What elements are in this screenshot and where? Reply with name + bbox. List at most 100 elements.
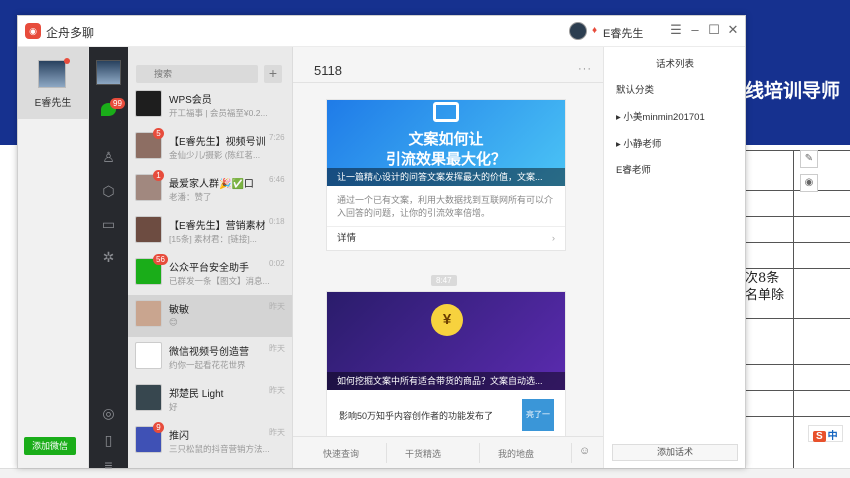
chat-list-item[interactable]: 敏敏 😊 昨天	[128, 295, 292, 337]
chat-list-item[interactable]: 郑楚民 Light 好 昨天	[128, 379, 292, 421]
slide-text: 次8条 名单除	[745, 271, 785, 303]
app-logo-icon: ◉	[25, 23, 41, 39]
unread-badge: 56	[153, 254, 168, 265]
unread-badge: 1	[153, 170, 164, 181]
article-banner: 文案如何让 引流效果最大化？ 让一篇精心设计的问答文案发挥最大的价值，文案...	[327, 100, 565, 186]
account-avatar	[38, 60, 66, 88]
app-name: 企舟多聊	[46, 26, 95, 40]
chat-header: 5118 ···	[293, 47, 603, 83]
article-detail-link[interactable]: 详情 ›	[327, 226, 565, 250]
nav-avatar[interactable]	[96, 60, 121, 85]
ime-toolbar[interactable]: S中	[808, 425, 843, 442]
chat-avatar	[135, 90, 162, 117]
chat-preview: 三只松鼠的抖音营销方法...	[169, 444, 270, 454]
script-category-default[interactable]: 默认分类	[616, 82, 654, 96]
maximize-button[interactable]: ☐	[706, 22, 722, 38]
moments-icon[interactable]: ◎	[89, 405, 128, 422]
user-avatar[interactable]	[569, 22, 587, 40]
emoji-icon[interactable]: ☺	[579, 445, 590, 457]
chat-time: 7:26	[269, 133, 285, 142]
chat-time: 昨天	[269, 386, 285, 395]
chat-preview: [15条] 素材君：[链接]...	[169, 234, 257, 244]
folder-icon[interactable]: ▭	[89, 216, 128, 233]
chat-name: 郑楚民 Light	[169, 389, 224, 400]
more-menu-icon[interactable]: ≡	[89, 457, 128, 473]
unread-badge: 9	[153, 422, 164, 433]
chat-list-item[interactable]: WPS会员 开工福事 | 会员福至¥0.2...	[128, 85, 292, 127]
chat-name: 微信视频号创造营	[169, 347, 249, 358]
chat-time: 6:46	[269, 175, 285, 184]
article-desc: 通过一个已有文案，利用大数据找到互联网所有可以介入回答的问题，让你的引流效率倍增…	[337, 195, 554, 218]
article-card[interactable]: 文案如何让 引流效果最大化？ 让一篇精心设计的问答文案发挥最大的价值，文案...…	[326, 99, 566, 251]
slide-title: 线培训导师	[745, 81, 841, 102]
script-category-erui[interactable]: E睿老师	[616, 162, 651, 176]
account-item[interactable]: E睿先生	[18, 47, 88, 119]
chat-time: 昨天	[269, 344, 285, 353]
chat-list-item[interactable]: 微信视频号创造营 约你一起看花花世界 昨天	[128, 337, 292, 379]
close-button[interactable]: ✕	[725, 22, 741, 38]
add-script-button[interactable]: 添加话术	[612, 444, 738, 461]
article-caption: 让一篇精心设计的问答文案发挥最大的价值，文案...	[327, 168, 565, 186]
chat-list-item[interactable]: 9 推闪三只松鼠的抖音营销方法... 昨天	[128, 421, 292, 463]
minimize-button[interactable]: –	[687, 22, 703, 37]
script-category-xiaomei[interactable]: ▸ 小美minmin201701	[616, 109, 705, 123]
script-list-title: 话术列表	[655, 59, 694, 70]
nav-sidebar: 99 ♙ ⬡ ▭ ✲ ◎ ▯ ≡	[89, 47, 128, 473]
chat-avatar	[135, 384, 162, 411]
user-name[interactable]: E睿先生	[603, 25, 643, 41]
chat-avatar	[135, 300, 162, 327]
chevron-right-icon: ›	[551, 233, 555, 244]
settings-icon[interactable]: ✲	[89, 249, 128, 266]
vip-gem-icon: ♦	[592, 25, 598, 36]
chat-time: 昨天	[269, 428, 285, 437]
article-thumbnail: 亮了一	[522, 399, 554, 431]
app-window: ◉ 企舟多聊 ♦ E睿先生 ☰ – ☐ ✕ E睿先生 添加微信 99 ♙ ⬡ ▭…	[17, 15, 746, 473]
unread-badge: 5	[153, 128, 164, 139]
slide-toolbar: ✎ ◉	[800, 150, 822, 200]
chat-list-item[interactable]: 1 最爱家人群🎉✅口 老潘：赞了 6:46	[128, 169, 292, 211]
script-category-xiaojing[interactable]: ▸ 小静老师	[616, 136, 661, 150]
chat-time: 0:18	[269, 217, 285, 226]
chat-title: 5118	[314, 63, 342, 78]
sogou-icon: S	[813, 431, 826, 442]
chat-name: 【E睿先生】视频号训...	[169, 137, 265, 148]
article-caption-2: 如何挖掘文案中所有适合带货的商品？文案自动选...	[327, 372, 565, 390]
chat-preview: 😊	[169, 317, 178, 327]
chat-name: 推闪	[169, 431, 189, 442]
chat-preview: 老潘：赞了	[169, 192, 212, 202]
more-options-icon[interactable]: ···	[578, 63, 592, 75]
quick-query-button[interactable]: 快速查询	[323, 447, 359, 460]
chat-name: WPS会员	[169, 95, 212, 106]
quick-menu-bar: 快速查询 干货精选 我的地盘 ☺	[293, 436, 603, 468]
script-panel: 话术列表 默认分类 ▸ 小美minmin201701 ▸ 小静老师 E睿老师 添…	[603, 47, 745, 468]
article-card-2[interactable]: ¥ 如何挖掘文案中所有适合带货的商品？文案自动选... 影响50万知乎内容创作者…	[326, 291, 566, 441]
my-space-button[interactable]: 我的地盘	[498, 447, 534, 460]
chat-avatar	[135, 342, 162, 369]
cube-icon[interactable]: ⬡	[89, 183, 128, 200]
chat-time: 昨天	[269, 302, 285, 311]
phone-icon[interactable]: ▯	[89, 432, 128, 449]
chat-name: 最爱家人群🎉✅口	[169, 179, 254, 190]
chat-preview: 已群发一条【图文】消息...	[169, 276, 270, 286]
menu-icon[interactable]: ☰	[668, 22, 684, 38]
chat-list-item[interactable]: 5 【E睿先生】视频号训... 金仙少儿/摄影 (陈红茗... 7:26	[128, 127, 292, 169]
account-name: E睿先生	[34, 98, 72, 109]
chat-list-item[interactable]: 【E睿先生】营销素材... [15条] 素材君：[链接]... 0:18	[128, 211, 292, 253]
unread-badge: 99	[110, 98, 125, 109]
chat-list-item[interactable]: 56 公众平台安全助手 已群发一条【图文】消息... 0:02	[128, 253, 292, 295]
featured-button[interactable]: 干货精选	[405, 447, 441, 460]
add-wechat-button[interactable]: 添加微信	[24, 437, 76, 455]
chat-name: 敏敏	[169, 305, 189, 316]
title-bar: ◉ 企舟多聊 ♦ E睿先生 ☰ – ☐ ✕	[18, 16, 745, 47]
lightbulb-icon[interactable]: ◉	[800, 174, 818, 192]
money-bag-icon: ¥	[431, 304, 463, 336]
article-sub-item[interactable]: 影响50万知乎内容创作者的功能发布了 亮了一	[327, 390, 565, 440]
chat-time: 0:02	[269, 259, 285, 268]
pen-icon[interactable]: ✎	[800, 150, 818, 168]
contacts-icon[interactable]: ♙	[89, 149, 128, 166]
account-column: E睿先生 添加微信	[18, 47, 89, 468]
article-banner-2: ¥ 如何挖掘文案中所有适合带货的商品？文案自动选...	[327, 292, 565, 390]
search-input[interactable]	[136, 65, 258, 83]
add-chat-button[interactable]: +	[264, 65, 282, 83]
online-dot	[64, 58, 70, 64]
